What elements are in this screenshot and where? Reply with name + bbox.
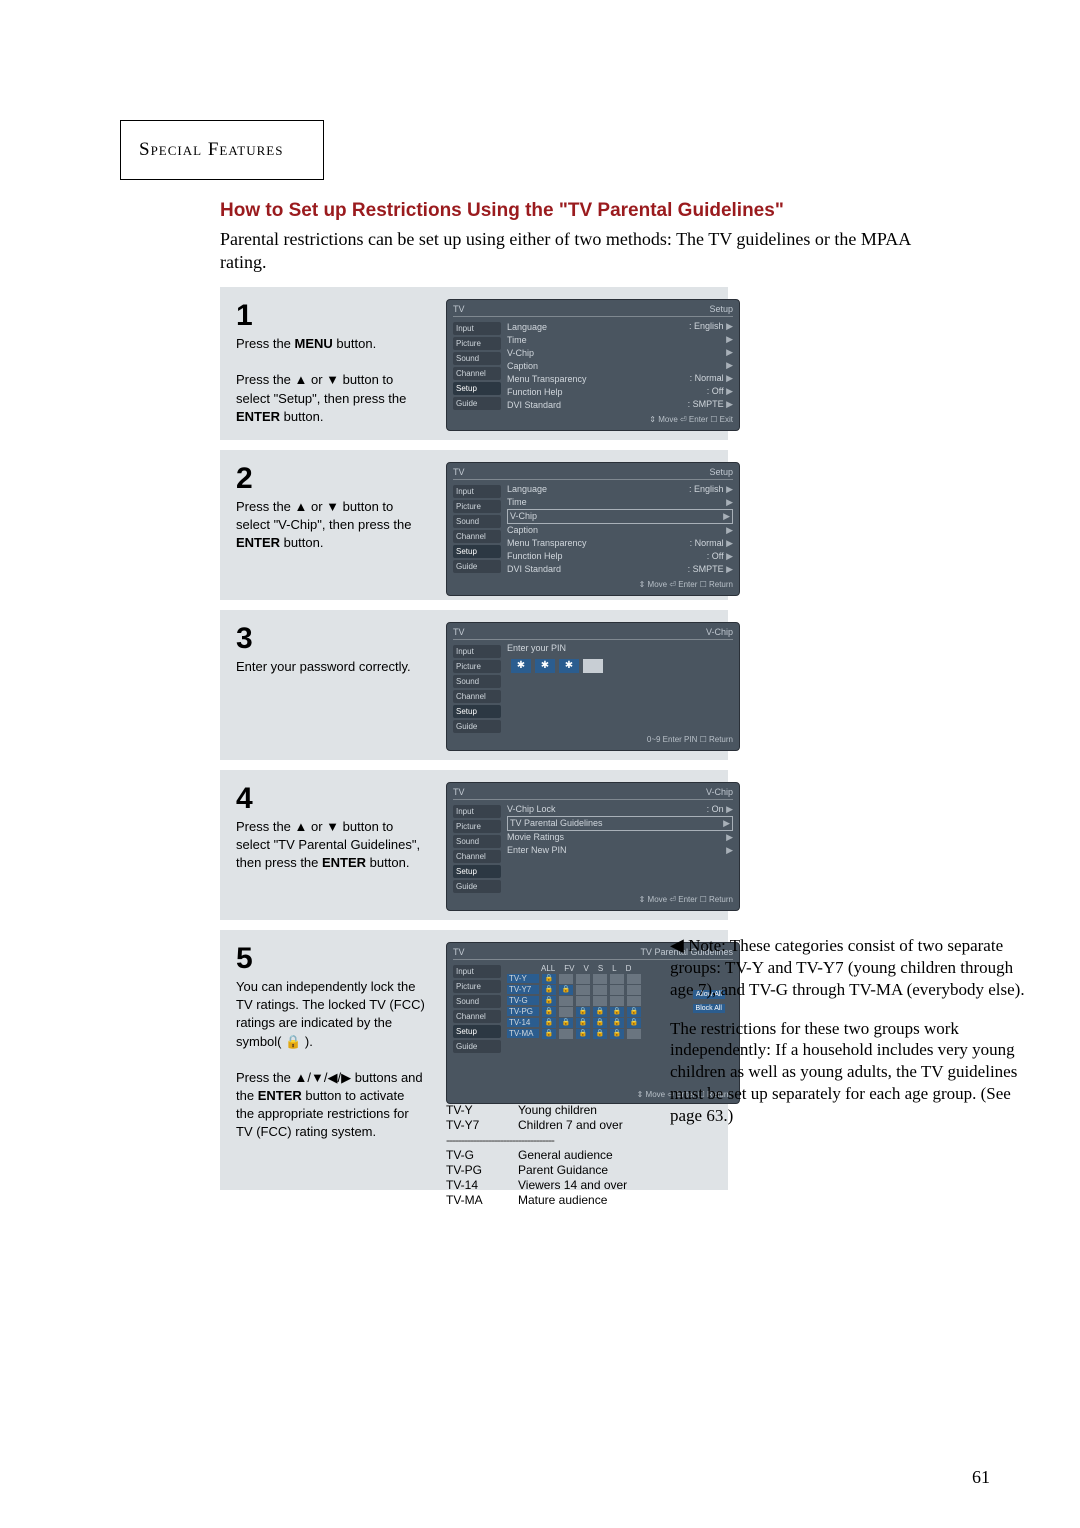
osd-screenshot-setup-vchip: TVSetup Input Picture Sound Channel Setu… [446,462,740,596]
step-3-text: Enter your password correctly. [236,658,426,676]
osd-nav: Input Picture Sound Channel Setup Guide [453,320,501,412]
osd-screenshot-setup: TVSetup Input Picture Sound Channel Setu… [446,299,740,431]
ratings-legend: TV-YYoung children TV-Y7Children 7 and o… [446,1102,627,1208]
osd-screenshot-pin: TVV-Chip Input Picture Sound Channel Set… [446,622,740,751]
step-5: 5 You can independently lock the TV rati… [220,930,728,1190]
left-arrow-icon: ◀ [670,935,684,955]
intro-text: Parental restrictions can be set up usin… [220,228,940,273]
section-header-box: Special Features [120,120,324,180]
page-title: How to Set up Restrictions Using the "TV… [220,200,950,222]
step-2: 2 Press the ▲ or ▼ button to select "V-C… [220,450,728,600]
manual-page: Special Features How to Set up Restricti… [0,0,1080,1528]
step-5-text: You can independently lock the TV rating… [236,978,426,1142]
step-2-text: Press the ▲ or ▼ button to select "V-Chi… [236,498,426,553]
step-4-text: Press the ▲ or ▼ button to select "TV Pa… [236,818,426,873]
step-4: 4 Press the ▲ or ▼ button to select "TV … [220,770,728,920]
side-note: ◀ Note: These categories consist of two … [670,917,1030,1143]
pin-entry: ✱✱✱ [511,659,733,673]
step-1: 1 Press the MENU button. Press the ▲ or … [220,287,728,440]
section-title: Special Features [139,139,283,160]
page-number: 61 [972,1467,990,1488]
osd-screenshot-vchip-menu: TVV-Chip Input Picture Sound Channel Set… [446,782,740,911]
step-1-text: Press the MENU button. Press the ▲ or ▼ … [236,335,426,426]
step-3: 3 Enter your password correctly. TVV-Chi… [220,610,728,760]
